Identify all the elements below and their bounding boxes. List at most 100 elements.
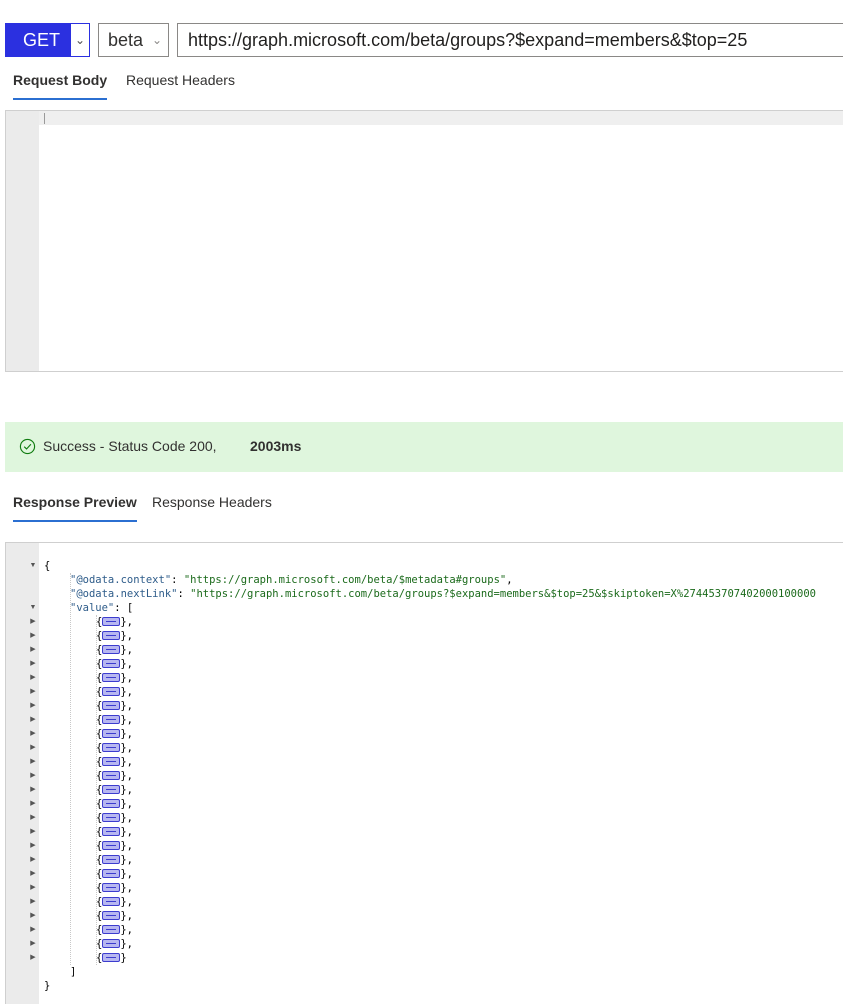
json-odata-context: "@odata.context": "https://graph.microso… <box>70 574 513 586</box>
json-collapsed-object[interactable]: {}, <box>96 895 133 909</box>
json-collapsed-object[interactable]: {}, <box>96 881 133 895</box>
collapsed-object-icon[interactable] <box>102 771 121 780</box>
expand-toggle-icon[interactable]: ▶ <box>29 769 37 783</box>
expand-toggle-icon[interactable]: ▶ <box>29 685 37 699</box>
collapsed-object-icon[interactable] <box>102 799 121 808</box>
expand-toggle-icon[interactable]: ▶ <box>29 615 37 629</box>
collapsed-object-icon[interactable] <box>102 925 121 934</box>
chevron-down-icon: ⌄ <box>151 33 162 47</box>
tab-request-body[interactable]: Request Body <box>13 72 108 100</box>
json-collapsed-object[interactable]: {}, <box>96 839 133 853</box>
collapsed-object-icon[interactable] <box>102 687 121 696</box>
json-collapsed-object[interactable]: {}, <box>96 727 133 741</box>
chevron-down-icon[interactable]: ⌄ <box>70 23 90 57</box>
tab-request-headers[interactable]: Request Headers <box>126 72 235 88</box>
expand-toggle-icon[interactable]: ▶ <box>29 699 37 713</box>
json-collapsed-object[interactable]: {}, <box>96 783 133 797</box>
json-collapsed-object[interactable]: {}, <box>96 797 133 811</box>
expand-toggle-icon[interactable]: ▶ <box>29 909 37 923</box>
fold-toggle-icon[interactable]: ▼ <box>29 601 37 615</box>
json-collapsed-object[interactable]: {}, <box>96 937 133 951</box>
expand-toggle-icon[interactable]: ▶ <box>29 839 37 853</box>
json-collapsed-object[interactable]: {}, <box>96 671 133 685</box>
expand-toggle-icon[interactable]: ▶ <box>29 895 37 909</box>
json-collapsed-object[interactable]: {}, <box>96 811 133 825</box>
collapsed-object-icon[interactable] <box>102 645 121 654</box>
status-message: Success - Status Code 200, <box>43 438 217 454</box>
collapsed-object-icon[interactable] <box>102 939 121 948</box>
version-select[interactable]: beta ⌄ <box>98 23 169 57</box>
expand-toggle-icon[interactable]: ▶ <box>29 937 37 951</box>
json-collapsed-object[interactable]: {}, <box>96 755 133 769</box>
collapsed-object-icon[interactable] <box>102 883 121 892</box>
collapsed-object-icon[interactable] <box>102 869 121 878</box>
collapsed-object-icon[interactable] <box>102 953 121 962</box>
collapsed-object-icon[interactable] <box>102 673 121 682</box>
method-label: GET <box>23 30 61 50</box>
collapsed-object-icon[interactable] <box>102 841 121 850</box>
method-dropdown-button[interactable]: GET <box>5 23 71 57</box>
request-body-editor[interactable] <box>5 110 843 372</box>
json-collapsed-object[interactable]: {}, <box>96 867 133 881</box>
json-value-array: "value": [ <box>70 602 134 614</box>
tab-response-headers[interactable]: Response Headers <box>152 494 272 510</box>
json-collapsed-object[interactable]: {}, <box>96 769 133 783</box>
tab-response-preview[interactable]: Response Preview <box>13 494 137 522</box>
json-collapsed-object[interactable]: {}, <box>96 713 133 727</box>
expand-toggle-icon[interactable]: ▶ <box>29 657 37 671</box>
collapsed-object-icon[interactable] <box>102 631 121 640</box>
expand-toggle-icon[interactable]: ▶ <box>29 853 37 867</box>
expand-toggle-icon[interactable]: ▶ <box>29 783 37 797</box>
collapsed-object-icon[interactable] <box>102 911 121 920</box>
expand-toggle-icon[interactable]: ▶ <box>29 797 37 811</box>
collapsed-object-icon[interactable] <box>102 827 121 836</box>
json-collapsed-object[interactable]: {}, <box>96 741 133 755</box>
json-close-brace: } <box>44 980 51 992</box>
collapsed-object-icon[interactable] <box>102 757 121 766</box>
collapsed-object-icon[interactable] <box>102 729 121 738</box>
collapsed-object-icon[interactable] <box>102 715 121 724</box>
json-odata-nextlink: "@odata.nextLink": "https://graph.micros… <box>70 588 816 600</box>
expand-toggle-icon[interactable]: ▶ <box>29 923 37 937</box>
json-collapsed-object[interactable]: {} <box>96 951 127 965</box>
fold-toggle-icon[interactable]: ▼ <box>29 559 37 573</box>
json-collapsed-object[interactable]: {}, <box>96 825 133 839</box>
collapsed-object-icon[interactable] <box>102 617 121 626</box>
editor-active-line <box>39 111 843 125</box>
expand-toggle-icon[interactable]: ▶ <box>29 741 37 755</box>
expand-toggle-icon[interactable]: ▶ <box>29 867 37 881</box>
json-collapsed-object[interactable]: {}, <box>96 909 133 923</box>
json-collapsed-object[interactable]: {}, <box>96 853 133 867</box>
json-collapsed-object[interactable]: {}, <box>96 643 133 657</box>
json-collapsed-object[interactable]: {}, <box>96 629 133 643</box>
expand-toggle-icon[interactable]: ▶ <box>29 671 37 685</box>
json-collapsed-object[interactable]: {}, <box>96 699 133 713</box>
collapsed-object-icon[interactable] <box>102 743 121 752</box>
collapsed-object-icon[interactable] <box>102 897 121 906</box>
expand-toggle-icon[interactable]: ▶ <box>29 881 37 895</box>
url-input[interactable]: https://graph.microsoft.com/beta/groups?… <box>177 23 843 57</box>
json-collapsed-object[interactable]: {}, <box>96 685 133 699</box>
collapsed-object-icon[interactable] <box>102 855 121 864</box>
editor-gutter <box>6 111 39 371</box>
json-collapsed-object[interactable]: {}, <box>96 615 133 629</box>
json-collapsed-object[interactable]: {}, <box>96 657 133 671</box>
status-bar: Success - Status Code 200, 2003ms <box>5 422 843 472</box>
expand-toggle-icon[interactable]: ▶ <box>29 629 37 643</box>
expand-toggle-icon[interactable]: ▶ <box>29 755 37 769</box>
response-viewer[interactable]: ▼ { "@odata.context": "https://graph.mic… <box>5 542 843 1004</box>
expand-toggle-icon[interactable]: ▶ <box>29 727 37 741</box>
expand-toggle-icon[interactable]: ▶ <box>29 951 37 965</box>
json-collapsed-object[interactable]: {}, <box>96 923 133 937</box>
expand-toggle-icon[interactable]: ▶ <box>29 643 37 657</box>
json-open-brace: { <box>44 560 51 572</box>
version-value: beta <box>108 30 144 50</box>
collapsed-object-icon[interactable] <box>102 785 121 794</box>
collapsed-object-icon[interactable] <box>102 659 121 668</box>
collapsed-object-icon[interactable] <box>102 813 121 822</box>
expand-toggle-icon[interactable]: ▶ <box>29 811 37 825</box>
collapsed-object-icon[interactable] <box>102 701 121 710</box>
status-duration: 2003ms <box>250 438 302 454</box>
expand-toggle-icon[interactable]: ▶ <box>29 825 37 839</box>
expand-toggle-icon[interactable]: ▶ <box>29 713 37 727</box>
